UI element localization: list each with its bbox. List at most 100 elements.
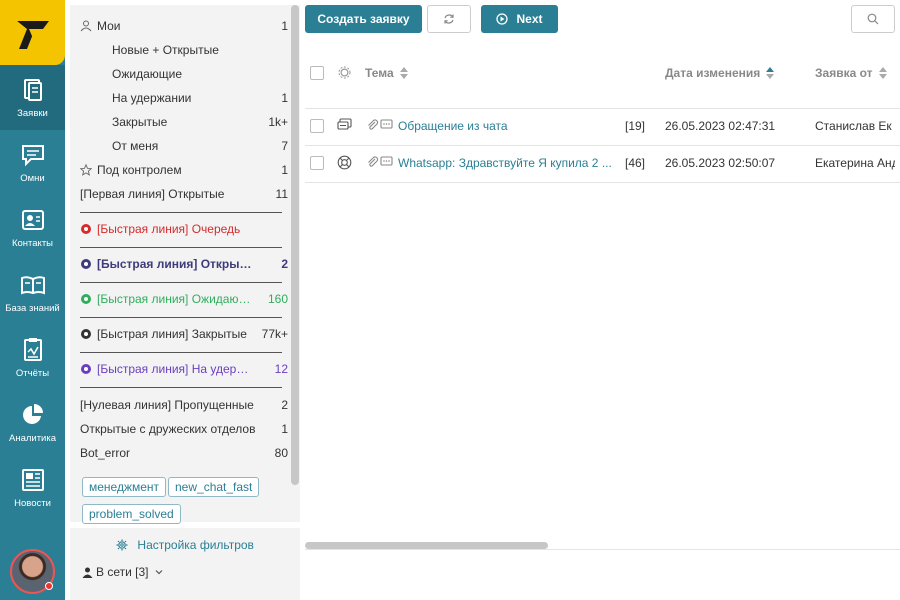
row-subject-link[interactable]: Whatsapp: Здравствуйте Я купила 2 ... — [398, 156, 618, 170]
divider — [80, 317, 282, 318]
filter-count: 1 — [281, 19, 288, 33]
nav-label: Аналитика — [8, 432, 57, 444]
filter-fast-waiting[interactable]: [Быстрая линия] Ожидающие 160 — [70, 287, 288, 311]
contacts-icon — [21, 209, 44, 230]
filter-label: [Нулевая линия] Пропущенные — [80, 398, 254, 412]
nav-label: Омни — [20, 172, 45, 184]
nav-item-omni[interactable]: Омни — [0, 130, 65, 195]
nav-item-contacts[interactable]: Контакты — [0, 195, 65, 260]
star-icon — [80, 164, 92, 176]
filter-bot-error[interactable]: Bot_error 80 — [70, 441, 288, 465]
nav-item-analytics[interactable]: Аналитика — [0, 390, 65, 455]
filter-label: Ожидающие — [112, 67, 182, 81]
filter-on-hold[interactable]: На удержании 1 — [70, 86, 288, 110]
filter-count: 1 — [281, 422, 288, 436]
filter-fast-on-hold[interactable]: [Быстрая линия] На удержании 12 — [70, 357, 288, 381]
filter-label: Новые + Открытые — [112, 43, 219, 57]
filter-count: 2 — [281, 398, 288, 412]
nav-item-tickets[interactable]: Заявки — [0, 65, 65, 130]
table-horizontal-scrollbar[interactable] — [305, 542, 548, 549]
nav-label: База знаний — [5, 302, 60, 314]
row-changed-date: 26.05.2023 02:47:31 — [665, 119, 776, 133]
gear-icon — [116, 539, 128, 551]
column-header-changed[interactable]: Дата изменения — [665, 66, 775, 80]
row-from: Екатерина Анд — [815, 156, 895, 170]
filter-label: [Быстрая линия] На удержании — [97, 362, 256, 376]
book-icon — [20, 275, 45, 294]
filter-waiting[interactable]: Ожидающие — [70, 62, 288, 86]
create-ticket-label: Создать заявку — [317, 12, 410, 26]
filter-count: 80 — [274, 446, 288, 460]
filter-label: Мои — [97, 19, 121, 33]
sort-icon — [399, 67, 408, 79]
logo[interactable] — [0, 0, 65, 65]
refresh-button[interactable] — [427, 5, 471, 33]
nav-item-reports[interactable]: Отчёты — [0, 325, 65, 390]
online-label: В сети [3] — [96, 565, 149, 579]
nav-label: Новости — [14, 497, 51, 509]
column-settings-icon[interactable] — [338, 66, 351, 79]
column-header-label: Заявка от — [815, 66, 873, 80]
filter-label: От меня — [112, 139, 159, 153]
column-header-subject[interactable]: Тема — [365, 66, 408, 80]
filter-label: Открытые с дружеских отделов — [80, 422, 256, 436]
row-checkbox[interactable] — [310, 119, 324, 133]
filter-fast-queue[interactable]: [Быстрая линия] Очередь — [70, 217, 288, 241]
comment-icon — [380, 156, 393, 166]
filter-zero-missed[interactable]: [Нулевая линия] Пропущенные 2 — [70, 393, 288, 417]
filter-my[interactable]: Мои 1 — [70, 14, 288, 38]
create-ticket-button[interactable]: Создать заявку — [305, 5, 422, 33]
attachment-icon — [368, 119, 379, 130]
filter-from-me[interactable]: От меня 7 — [70, 134, 288, 158]
tag[interactable]: менеджмент — [82, 477, 167, 497]
row-subject-link[interactable]: Обращение из чата — [398, 119, 618, 133]
tag[interactable]: problem_solved — [82, 504, 181, 524]
filter-fast-open[interactable]: [Быстрая линия] Открытые 2 — [70, 252, 288, 276]
search-icon — [867, 13, 879, 25]
filter-watched[interactable]: Под контролем 1 — [70, 158, 288, 182]
row-divider — [305, 108, 900, 109]
search-button[interactable] — [851, 5, 895, 33]
filter-label: [Быстрая линия] Закрытые — [97, 327, 247, 341]
filter-friendly-open[interactable]: Открытые с дружеских отделов 1 — [70, 417, 288, 441]
row-divider — [305, 182, 900, 183]
select-all-checkbox[interactable] — [310, 66, 324, 80]
lifebuoy-icon — [81, 329, 91, 339]
filter-label: Bot_error — [80, 446, 131, 460]
column-header-label: Дата изменения — [665, 66, 761, 80]
nav-item-news[interactable]: Новости — [0, 455, 65, 520]
filter-label: [Быстрая линия] Очередь — [97, 222, 241, 236]
next-button[interactable]: Next — [481, 5, 558, 33]
divider — [80, 387, 282, 388]
filter-settings-link[interactable]: Настройка фильтров — [70, 538, 300, 552]
divider — [80, 212, 282, 213]
status-dot — [45, 582, 53, 590]
column-header-from[interactable]: Заявка от — [815, 66, 887, 80]
online-status[interactable]: В сети [3] — [82, 565, 164, 579]
nav-label: Отчёты — [15, 367, 50, 379]
nav-label: Заявки — [17, 107, 48, 119]
filter-new-open[interactable]: Новые + Открытые — [70, 38, 288, 62]
app: Заявки Омни Контакты База знаний Отчёты … — [0, 0, 900, 600]
filters-scrollbar[interactable] — [291, 5, 299, 485]
filter-closed[interactable]: Закрытые 1k+ — [70, 110, 288, 134]
nav-item-knowledge-base[interactable]: База знаний — [0, 260, 65, 325]
user-icon — [80, 20, 92, 32]
filter-count: 1 — [281, 91, 288, 105]
tag[interactable]: new_chat_fast — [168, 477, 260, 497]
report-icon — [23, 337, 42, 361]
attachment-icon — [368, 156, 379, 167]
sort-asc-icon — [766, 67, 775, 79]
lifebuoy-icon — [81, 259, 91, 269]
lifebuoy-icon — [81, 224, 91, 234]
row-message-count: [19] — [625, 119, 646, 133]
filter-label: Закрытые — [112, 115, 168, 129]
comment-icon — [380, 119, 393, 129]
row-checkbox[interactable] — [310, 156, 324, 170]
filters-footer: Настройка фильтров В сети [3] — [70, 528, 300, 600]
filters-panel: Мои 1 Новые + Открытые Ожидающие На удер… — [70, 5, 300, 522]
filter-fast-closed[interactable]: [Быстрая линия] Закрытые 77k+ — [70, 322, 288, 346]
filter-first-line-open[interactable]: [Первая линия] Открытые 11 — [70, 182, 288, 206]
filter-label: [Быстрая линия] Открытые — [97, 257, 256, 271]
filter-count: 12 — [274, 362, 288, 376]
